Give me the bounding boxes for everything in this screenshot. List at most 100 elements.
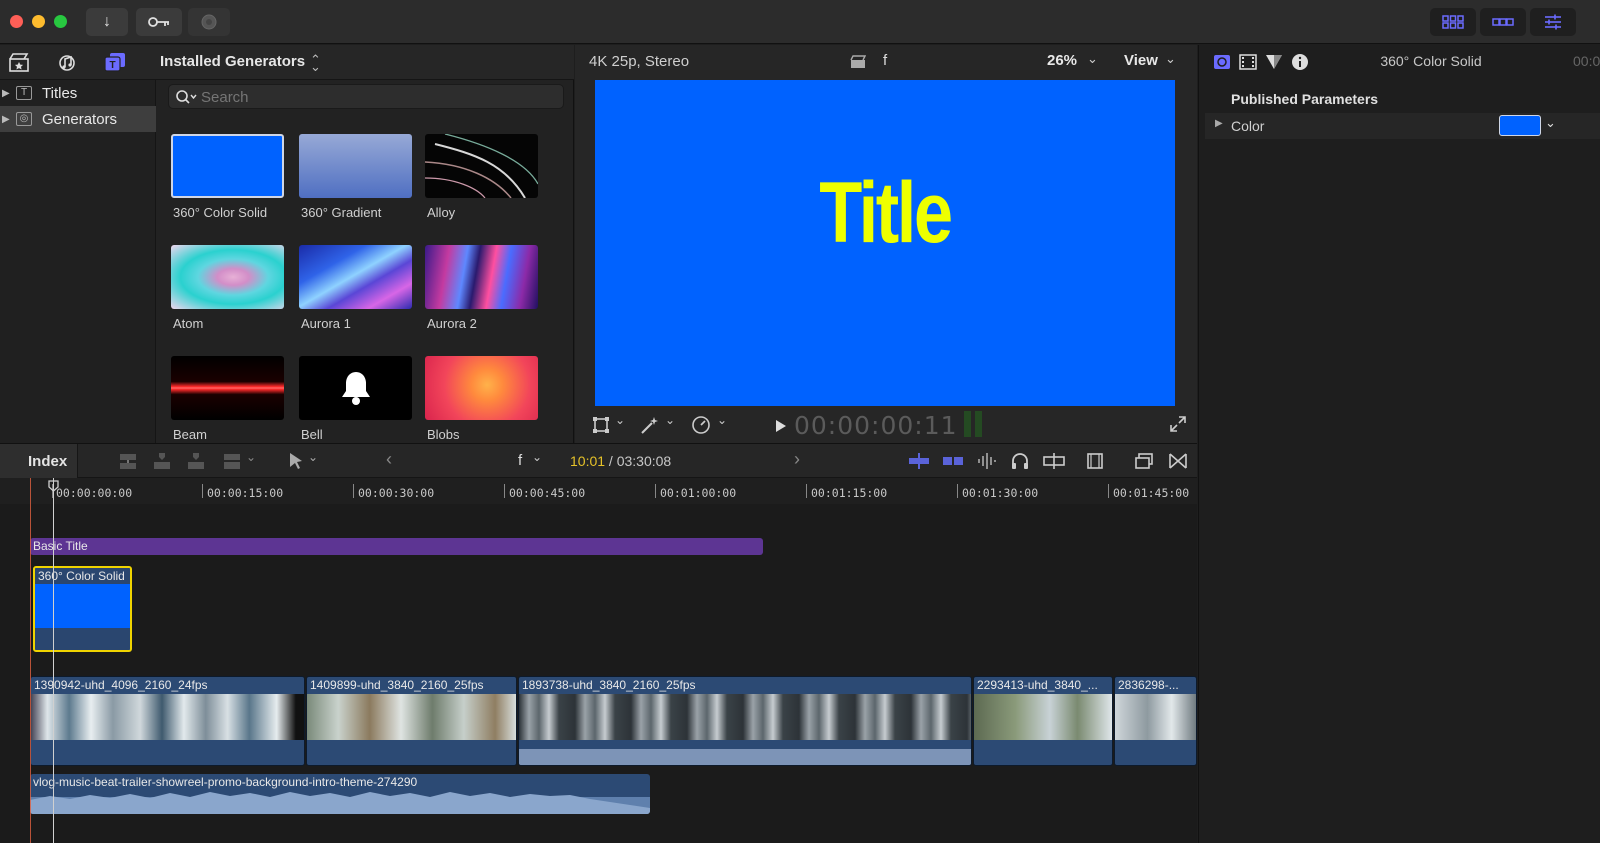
headphones-icon[interactable] — [1010, 452, 1030, 470]
overwrite-clip-icon[interactable] — [222, 452, 242, 470]
title-clip[interactable]: Basic Title — [30, 538, 763, 555]
close-window-button[interactable] — [10, 15, 23, 28]
clip-filmstrip — [31, 694, 304, 740]
zoom-popup[interactable]: 26% — [1047, 52, 1077, 69]
zoom-window-button[interactable] — [54, 15, 67, 28]
search-field[interactable] — [168, 84, 564, 109]
browser-title[interactable]: Installed Generators — [160, 53, 305, 70]
audio-meter-right — [975, 411, 982, 437]
timeline-ruler[interactable]: 00:00:00:00 00:00:15:00 00:00:30:00 00:00:4… — [0, 478, 1197, 504]
photos-audio-tab[interactable] — [54, 50, 80, 74]
keywords-button[interactable] — [136, 8, 182, 36]
titles-generators-tab[interactable]: T — [102, 50, 128, 74]
video-clip[interactable]: 1390942-uhd_4096_2160_24fps — [30, 676, 305, 766]
import-button[interactable]: ↓ — [86, 8, 128, 36]
minimize-window-button[interactable] — [32, 15, 45, 28]
connect-clip-icon[interactable] — [118, 452, 138, 470]
chevron-down-icon[interactable]: ⌄ — [308, 450, 318, 464]
audio-clip[interactable]: vlog-music-beat-trailer-showreel-promo-b… — [30, 774, 650, 814]
generator-alloy[interactable]: Alloy — [425, 134, 538, 220]
generator-aurora-1[interactable]: Aurora 1 — [299, 245, 412, 331]
audio-skimming-icon[interactable] — [942, 452, 964, 470]
video-clip[interactable]: 1893738-uhd_3840_2160_25fps — [518, 676, 972, 766]
clapperboard-icon[interactable] — [850, 55, 866, 69]
timeline-toolbar: Index ⌄ ⌄ ‹ f ⌄ 10:01 / 03:30:08 › — [0, 443, 1197, 478]
viewer-header: 4K 25p, Stereo f 26% ⌄ View ⌄ — [575, 45, 1197, 79]
timeline-tracks[interactable]: Basic Title 360° Color Solid 1390942-uhd… — [0, 504, 1197, 843]
ruler-tick-label: 00:00:30:00 — [358, 486, 435, 500]
generator-label: Aurora 2 — [427, 316, 477, 331]
video-clip[interactable]: 1409899-uhd_3840_2160_25fps — [306, 676, 517, 766]
effects-browser-icon[interactable] — [1134, 452, 1154, 470]
generator-360-color-solid[interactable]: 360° Color Solid — [171, 134, 284, 220]
chevron-down-icon[interactable]: ⌄ — [717, 413, 727, 427]
info-icon[interactable] — [1291, 53, 1309, 71]
ruler-tick — [1108, 484, 1109, 498]
generator-bell[interactable]: Bell — [299, 356, 412, 442]
back-arrow-icon[interactable]: ‹ — [386, 449, 392, 470]
film-icon[interactable] — [1239, 54, 1257, 70]
show-timeline-button[interactable] — [1480, 8, 1526, 36]
timeline-index-button[interactable]: Index — [28, 453, 67, 470]
magic-wand-icon[interactable] — [639, 415, 661, 435]
solo-icon[interactable] — [1042, 452, 1066, 470]
chevron-down-icon[interactable]: ⌄ — [665, 413, 675, 427]
viewer-canvas[interactable]: Title — [595, 80, 1175, 406]
fullscreen-icon[interactable] — [1169, 415, 1187, 433]
background-tasks-button[interactable] — [188, 8, 230, 36]
waveform-icon[interactable] — [976, 452, 998, 470]
select-tool-icon[interactable] — [288, 452, 304, 470]
libraries-tab[interactable] — [6, 50, 32, 74]
insert-clip-icon[interactable] — [152, 452, 172, 470]
browser-header: T Installed Generators ⌃ ⌄ — [0, 45, 574, 80]
search-input[interactable] — [201, 88, 551, 106]
clip-appearance-icon[interactable] — [1086, 452, 1104, 470]
playhead-handle-icon[interactable] — [48, 480, 59, 492]
ruler-tick-label: 00:01:00:00 — [660, 486, 737, 500]
filter-icon[interactable] — [1265, 54, 1283, 70]
disclosure-triangle-icon[interactable]: ▶ — [2, 114, 12, 125]
viewer-pane: 4K 25p, Stereo f 26% ⌄ View ⌄ Title ⌄ ⌄ … — [575, 45, 1197, 443]
color-well[interactable] — [1499, 115, 1541, 136]
show-inspector-button[interactable] — [1530, 8, 1576, 36]
title-text[interactable]: Title — [647, 164, 1123, 263]
generator-beam[interactable]: Beam — [171, 356, 284, 442]
timecode-display[interactable]: 00:00:00:11 — [794, 411, 958, 440]
chevron-down-icon[interactable]: ⌄ — [1545, 115, 1556, 131]
generator-label: Aurora 1 — [301, 316, 351, 331]
generator-360-gradient[interactable]: 360° Gradient — [299, 134, 412, 220]
inspector-clip-name: 360° Color Solid — [1380, 53, 1482, 69]
clip-name: 2293413-uhd_3840_... — [977, 678, 1098, 692]
view-menu[interactable]: View — [1124, 52, 1158, 69]
playhead[interactable] — [53, 478, 54, 843]
sidebar-item-titles[interactable]: ▶ T Titles — [0, 80, 156, 106]
video-clip[interactable]: 2836298-... — [1114, 676, 1197, 766]
forward-arrow-icon[interactable]: › — [794, 449, 800, 470]
thumbnail — [299, 245, 412, 309]
timeline-time-display: 10:01 / 03:30:08 — [570, 453, 671, 469]
chevron-down-icon[interactable]: ⌄ — [615, 413, 625, 427]
generator-blobs[interactable]: Blobs — [425, 356, 538, 442]
append-clip-icon[interactable] — [186, 452, 206, 470]
skimming-icon[interactable] — [908, 452, 930, 470]
disclosure-triangle-icon[interactable]: ▶ — [1215, 118, 1223, 129]
generator-atom[interactable]: Atom — [171, 245, 284, 331]
show-browser-button[interactable] — [1430, 8, 1476, 36]
chevron-down-icon[interactable]: ⌄ — [246, 450, 256, 464]
clip-filmstrip — [974, 694, 1112, 740]
sidebar-item-generators[interactable]: ▶ ◎ Generators — [0, 106, 156, 132]
titles-icon: T — [16, 86, 32, 100]
timeline-clip-selector[interactable]: f — [518, 452, 522, 469]
chevron-down-icon[interactable]: ⌄ — [532, 450, 542, 464]
play-icon[interactable] — [775, 419, 787, 433]
ruler-tick-label: 00:01:30:00 — [962, 486, 1039, 500]
generator-aurora-2[interactable]: Aurora 2 — [425, 245, 538, 331]
generator-inspector-icon[interactable] — [1213, 54, 1231, 70]
time-separator: / — [605, 453, 617, 469]
speedometer-icon[interactable] — [691, 415, 711, 435]
video-clip[interactable]: 2293413-uhd_3840_... — [973, 676, 1113, 766]
generator-clip[interactable]: 360° Color Solid — [33, 566, 132, 652]
transform-icon[interactable] — [591, 415, 611, 435]
disclosure-triangle-icon[interactable]: ▶ — [2, 88, 12, 99]
transitions-browser-icon[interactable] — [1168, 452, 1188, 470]
